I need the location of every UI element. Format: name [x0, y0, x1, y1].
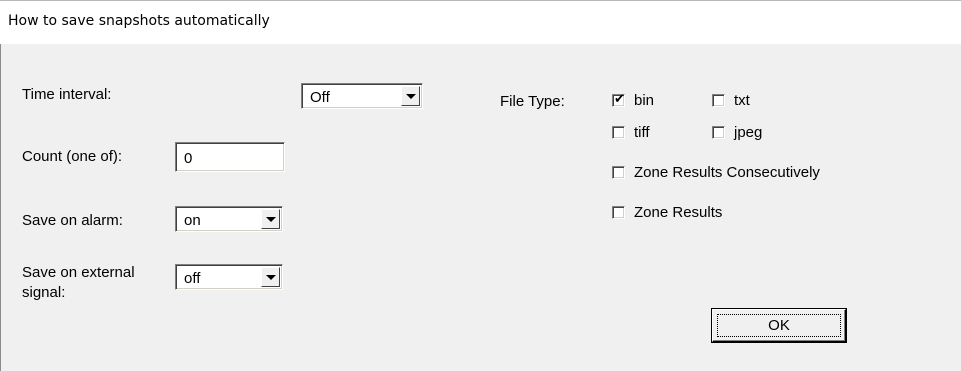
file-type-jpeg-label: jpeg — [734, 124, 763, 141]
window-border — [0, 44, 1, 371]
dropdown-arrow-button[interactable] — [261, 209, 280, 229]
file-type-label: File Type: — [500, 93, 565, 110]
file-type-tiff-checkbox[interactable]: tiff — [612, 124, 682, 143]
ok-button-label: OK — [768, 317, 790, 334]
checkbox-box — [712, 94, 725, 107]
file-type-txt-checkbox[interactable]: txt — [712, 92, 782, 111]
count-input[interactable]: 0 — [175, 142, 285, 172]
file-type-bin-checkbox[interactable]: ✔ bin — [612, 92, 682, 111]
chevron-down-icon — [266, 217, 276, 222]
time-interval-value: Off — [310, 89, 330, 106]
file-type-tiff-label: tiff — [634, 124, 650, 141]
save-on-external-label: Save on external signal: — [22, 264, 135, 301]
save-on-alarm-value: on — [184, 212, 201, 229]
zone-results-consecutively-checkbox[interactable]: Zone Results Consecutively — [612, 164, 892, 183]
checkbox-box — [612, 206, 625, 219]
zone-results-label: Zone Results — [634, 204, 723, 221]
save-on-external-dropdown[interactable]: off — [175, 264, 283, 290]
chevron-down-icon — [266, 275, 276, 280]
dialog-title: How to save snapshots automatically — [8, 13, 270, 29]
zone-results-consecutively-label: Zone Results Consecutively — [634, 164, 820, 181]
chevron-down-icon — [406, 94, 416, 99]
dialog-title-bar: How to save snapshots automatically — [0, 0, 961, 44]
checkbox-box: ✔ — [612, 92, 625, 107]
count-value: 0 — [184, 150, 193, 167]
save-on-alarm-dropdown[interactable]: on — [175, 206, 283, 232]
save-on-external-value: off — [184, 270, 201, 287]
save-on-alarm-label: Save on alarm: — [22, 212, 123, 229]
checkbox-box — [712, 126, 725, 139]
time-interval-dropdown[interactable]: Off — [301, 83, 423, 109]
ok-button[interactable]: OK — [712, 309, 846, 342]
checkmark-icon: ✔ — [614, 92, 625, 107]
count-label: Count (one of): — [22, 148, 123, 165]
checkbox-box — [612, 166, 625, 179]
file-type-jpeg-checkbox[interactable]: jpeg — [712, 124, 782, 143]
dropdown-arrow-button[interactable] — [401, 86, 420, 106]
zone-results-checkbox[interactable]: Zone Results — [612, 204, 812, 223]
time-interval-label: Time interval: — [22, 86, 112, 103]
dropdown-arrow-button[interactable] — [261, 267, 280, 287]
file-type-bin-label: bin — [634, 92, 655, 109]
checkbox-box — [612, 126, 625, 139]
file-type-txt-label: txt — [734, 92, 750, 109]
